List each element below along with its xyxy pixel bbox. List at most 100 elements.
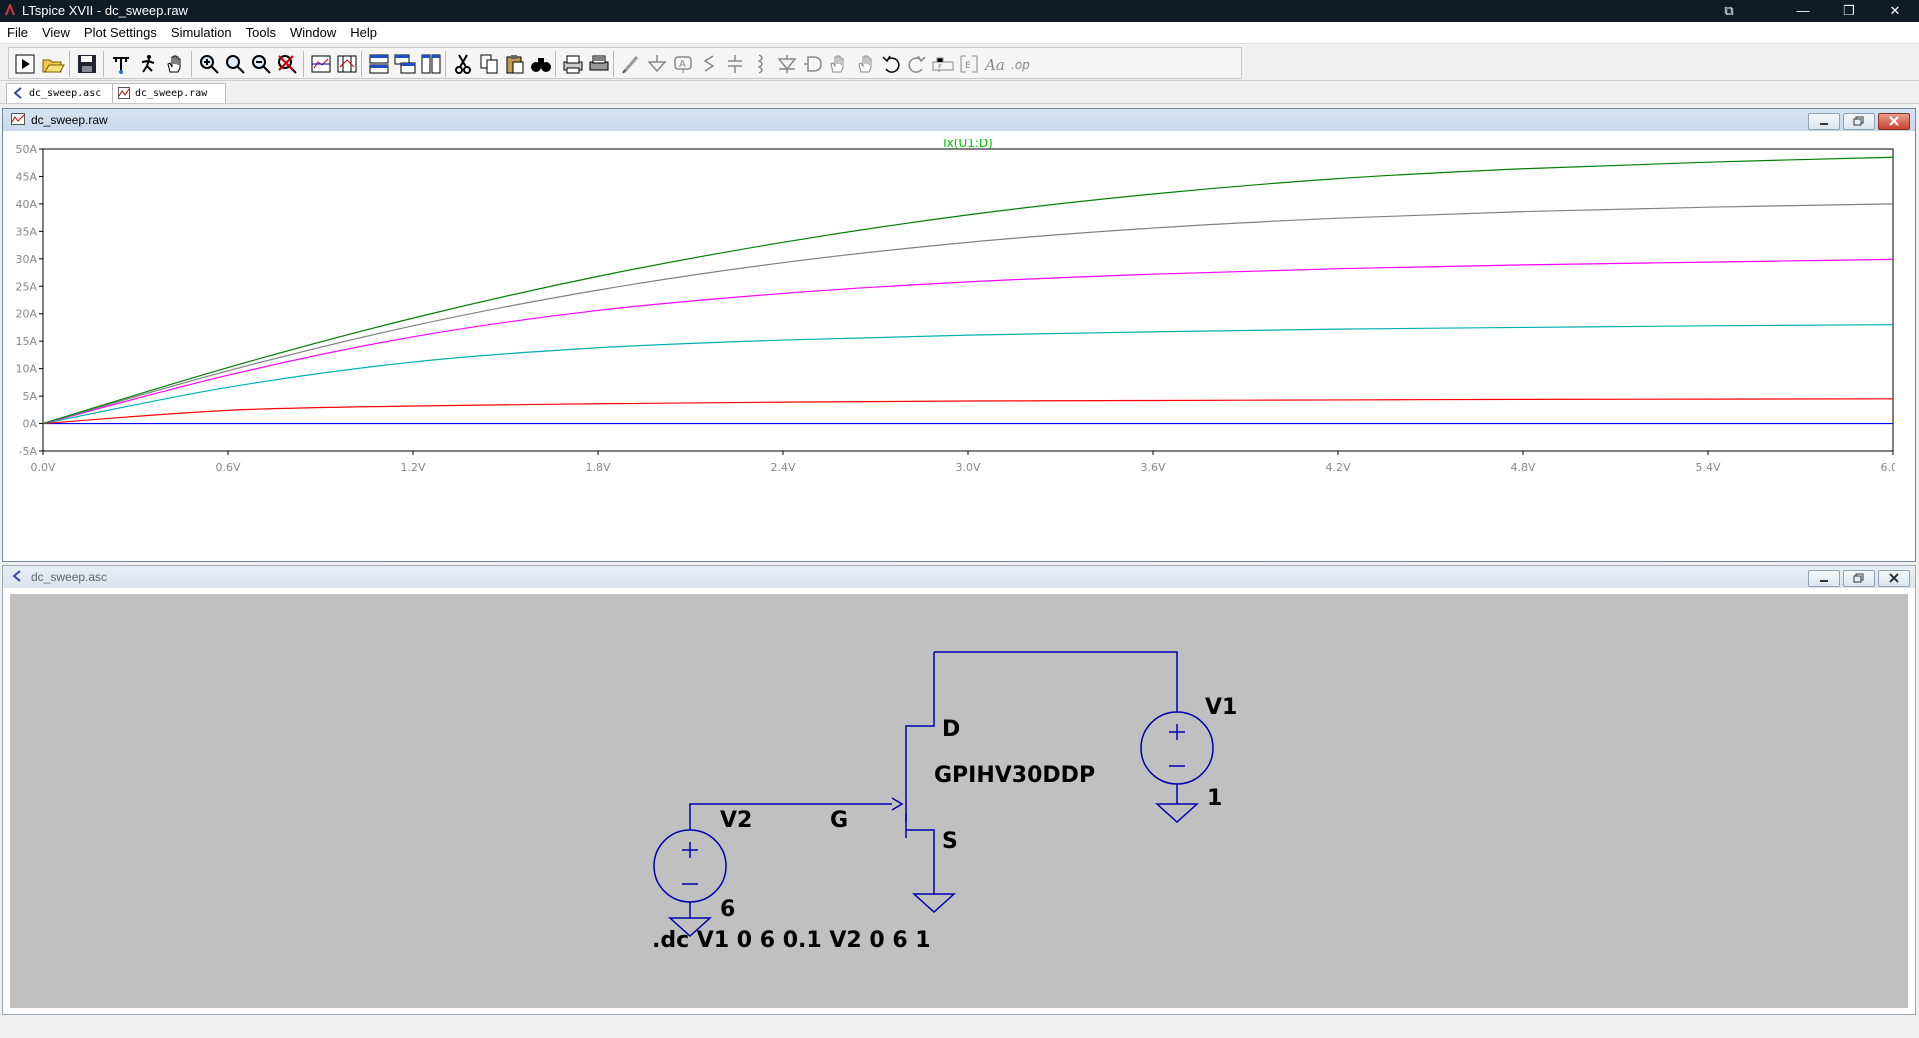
window-title: LTspice XVII - dc_sweep.raw	[22, 3, 188, 18]
mirror-icon[interactable]: E	[957, 52, 981, 76]
zoom-in-icon[interactable]	[197, 52, 221, 76]
x-tick-label: 1.2V	[400, 461, 425, 474]
undo-icon[interactable]	[879, 52, 903, 76]
control-panel-icon[interactable]	[109, 52, 133, 76]
component-icon[interactable]	[801, 52, 825, 76]
maximize-button[interactable]: ❐	[1826, 0, 1872, 22]
print-preview-icon[interactable]	[561, 52, 585, 76]
gate-pin-label: G	[830, 808, 848, 833]
wire-icon[interactable]	[619, 52, 643, 76]
open-icon[interactable]	[41, 52, 65, 76]
plot-window-titlebar[interactable]: dc_sweep.raw	[3, 109, 1915, 131]
wire[interactable]	[934, 651, 1178, 712]
zoom-out-icon[interactable]	[249, 52, 273, 76]
menu-view[interactable]: View	[35, 22, 77, 43]
schematic-window-titlebar[interactable]: dc_sweep.asc	[3, 566, 1915, 588]
ground-icon[interactable]	[645, 52, 669, 76]
cut-icon[interactable]	[451, 52, 475, 76]
schematic-canvas[interactable]: V1 1 V2 6 D G S GPIHV30DDP .dc V1 0 6 0.…	[10, 594, 1908, 1008]
menu-simulation[interactable]: Simulation	[164, 22, 239, 43]
save-icon[interactable]	[75, 52, 99, 76]
x-tick-label: 2.4V	[770, 461, 795, 474]
cascade-icon[interactable]	[393, 52, 417, 76]
svg-text:.op: .op	[1011, 58, 1030, 72]
tab-dc-sweep-raw[interactable]: dc_sweep.raw	[112, 83, 226, 103]
x-tick-label: 3.6V	[1140, 461, 1165, 474]
v1-source-symbol[interactable]	[1140, 711, 1214, 785]
wire[interactable]	[905, 652, 935, 822]
waveform-icon	[11, 113, 25, 125]
spice-directive-text[interactable]: .dc V1 0 6 0.1 V2 0 6 1	[652, 928, 931, 953]
menu-help[interactable]: Help	[343, 22, 384, 43]
v2-polarity-marks	[682, 842, 698, 885]
run-icon[interactable]	[13, 52, 37, 76]
minimize-button[interactable]: —	[1780, 0, 1826, 22]
text-icon[interactable]: Aa	[983, 52, 1007, 76]
v1-polarity-marks	[1169, 724, 1185, 767]
y-tick-label: 30A	[15, 253, 37, 266]
copy-icon[interactable]	[477, 52, 501, 76]
paste-icon[interactable]	[503, 52, 527, 76]
title-bar: LTspice XVII - dc_sweep.raw ⧉ — ❐ ✕	[0, 0, 1919, 22]
ground-symbol[interactable]	[912, 893, 956, 914]
tab-dc-sweep-asc[interactable]: dc_sweep.asc	[6, 83, 116, 103]
spice-directive-icon[interactable]: .op	[1009, 52, 1033, 76]
v1-value[interactable]: 1	[1207, 786, 1222, 811]
plot-restore-button[interactable]	[1843, 113, 1875, 130]
part-name-label[interactable]: GPIHV30DDP	[934, 763, 1095, 788]
schematic-window-title: dc_sweep.asc	[31, 570, 108, 584]
restore-window-icon[interactable]: ⧉	[1706, 0, 1752, 22]
svg-text:Aa: Aa	[983, 56, 1005, 74]
print-icon[interactable]	[587, 52, 611, 76]
v2-label[interactable]: V2	[720, 808, 752, 833]
document-tabs: dc_sweep.asc dc_sweep.raw	[0, 81, 1919, 104]
halt-icon[interactable]	[137, 52, 161, 76]
menu-plot-settings[interactable]: Plot Settings	[77, 22, 164, 43]
plot-settings-icon[interactable]	[335, 52, 359, 76]
menu-window[interactable]: Window	[283, 22, 343, 43]
resistor-icon[interactable]	[697, 52, 721, 76]
label-icon[interactable]: A	[671, 52, 695, 76]
menu-file[interactable]: File	[0, 22, 35, 43]
schematic-icon	[12, 570, 21, 582]
y-tick-label: 25A	[15, 280, 37, 293]
y-tick-label: -5A	[19, 445, 38, 458]
capacitor-icon[interactable]	[723, 52, 747, 76]
tile-vertical-icon[interactable]	[419, 52, 443, 76]
rotate-icon[interactable]: F	[931, 52, 955, 76]
ground-symbol[interactable]	[1155, 784, 1199, 824]
source-pin-label: S	[942, 829, 958, 854]
waveform-icon	[118, 87, 130, 99]
y-tick-label: 5A	[22, 390, 37, 403]
schematic-restore-button[interactable]	[1843, 570, 1875, 587]
redo-icon[interactable]	[905, 52, 929, 76]
pan-hand-icon[interactable]	[163, 52, 187, 76]
inductor-icon[interactable]	[749, 52, 773, 76]
v2-source-symbol[interactable]	[653, 829, 727, 903]
tile-horizontal-icon[interactable]	[367, 52, 391, 76]
schematic-drawing[interactable]: V1 1 V2 6 D G S GPIHV30DDP .dc V1 0 6 0.…	[10, 594, 1908, 1008]
y-tick-label: 40A	[15, 198, 37, 211]
drag-icon[interactable]	[853, 52, 877, 76]
trace-label[interactable]: Ix(U1:D)	[943, 136, 993, 150]
find-icon[interactable]	[529, 52, 553, 76]
plot-area[interactable]: Ix(U1:D) -5A 0A 5A 10A 15A 20A 25A 30A 35A 40A 45A 5…	[13, 136, 1906, 547]
waveform-chart[interactable]: Ix(U1:D) -5A 0A 5A 10A 15A 20A 25A 30A 35A 40A 45A 5…	[13, 136, 1906, 547]
wire[interactable]	[905, 829, 935, 894]
close-button[interactable]: ✕	[1872, 0, 1918, 22]
menu-tools[interactable]: Tools	[239, 22, 283, 43]
zoom-area-icon[interactable]	[223, 52, 247, 76]
y-tick-label: 20A	[15, 308, 37, 321]
diode-icon[interactable]	[775, 52, 799, 76]
gate-arrow	[891, 797, 904, 811]
autorange-icon[interactable]	[309, 52, 333, 76]
v2-value[interactable]: 6	[720, 897, 735, 922]
schematic-minimize-button[interactable]	[1808, 570, 1840, 587]
zoom-fit-icon[interactable]	[275, 52, 299, 76]
schematic-close-button[interactable]	[1878, 570, 1910, 587]
move-icon[interactable]	[827, 52, 851, 76]
v1-label[interactable]: V1	[1205, 695, 1237, 720]
menu-bar: File View Plot Settings Simulation Tools Wind…	[0, 22, 1919, 44]
plot-close-button[interactable]	[1878, 113, 1910, 130]
plot-minimize-button[interactable]	[1808, 113, 1840, 130]
